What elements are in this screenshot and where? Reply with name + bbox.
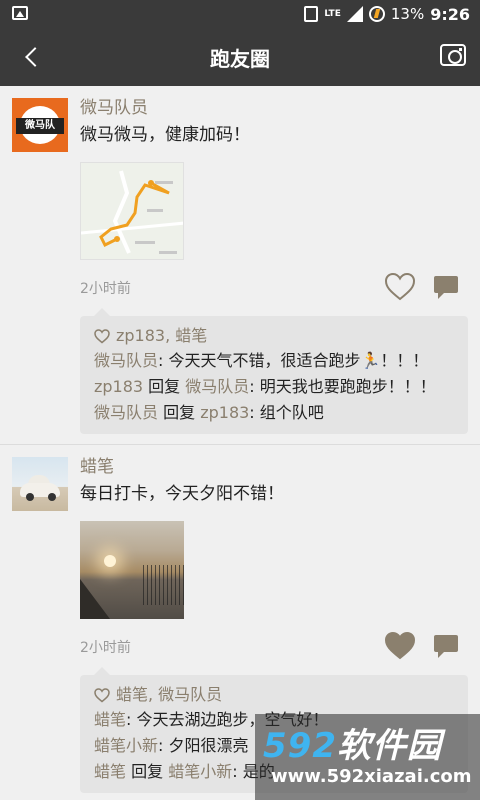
comment-item[interactable]: 微马队员 回复 zp183: 组个队吧 <box>94 400 454 426</box>
reply-to-user[interactable]: 蜡笔小新 <box>168 762 232 781</box>
site-watermark: 592软件园 www.592xiazai.com <box>255 714 480 800</box>
reply-word: 回复 <box>158 403 201 422</box>
route-map-image[interactable] <box>80 162 184 260</box>
vibrate-icon <box>304 6 319 22</box>
comment-user[interactable]: 微马队员 <box>94 351 158 370</box>
reeds-shape <box>140 565 184 605</box>
heart-small-icon <box>94 687 110 702</box>
watermark-number: 592 <box>263 726 337 766</box>
comments-box: zp183, 蜡笔 微马队员: 今天天气不错，很适合跑步🏃！！！ zp183 回… <box>80 308 468 434</box>
comment-button[interactable] <box>430 272 462 302</box>
reply-to-user[interactable]: zp183 <box>200 403 249 422</box>
comment-item[interactable]: zp183 回复 微马队员: 明天我也要跑跑步！！！ <box>94 374 454 400</box>
comment-button[interactable] <box>430 631 462 661</box>
sunset-lake-image[interactable] <box>80 521 184 619</box>
clock: 9:26 <box>430 4 470 24</box>
avatar[interactable]: 微马队 <box>12 98 68 152</box>
heart-small-icon <box>94 328 110 343</box>
reply-word: 回复 <box>143 377 186 396</box>
page-title: 跑友圈 <box>210 47 270 71</box>
charging-icon <box>368 6 385 22</box>
heart-outline-icon <box>384 272 416 301</box>
post-text: 每日打卡，今天夕阳不错！ <box>80 484 284 504</box>
post-meta: 2小时前 <box>80 270 480 306</box>
signal-icon <box>346 6 363 22</box>
post-time: 2小时前 <box>80 281 131 297</box>
comment-bubble-icon <box>434 635 458 658</box>
post-time: 2小时前 <box>80 640 131 656</box>
heart-filled-icon <box>384 631 416 660</box>
comment-text: : 组个队吧 <box>249 403 324 422</box>
comment-text: : 夕阳很漂亮 <box>158 736 249 755</box>
sun-shape <box>104 555 116 567</box>
watermark-text: 软件园 <box>336 726 442 766</box>
comment-text: : 今天天气不错，很适合跑步🏃！！！ <box>158 351 429 370</box>
comment-user[interactable]: 蜡笔 <box>94 762 126 781</box>
like-button[interactable] <box>384 272 416 302</box>
reply-word: 回复 <box>126 762 169 781</box>
likes-names[interactable]: zp183, 蜡笔 <box>116 324 207 348</box>
post-item: 微马队 微马队员 微马微马，健康加码！ 2小时前 zp183, 蜡笔 微马队员:… <box>0 86 480 445</box>
like-button[interactable] <box>384 631 416 661</box>
lte-icon: LTE <box>324 8 341 19</box>
status-bar: LTE 13% 9:26 <box>0 0 480 28</box>
comment-text: : 明天我也要跑跑步！！！ <box>249 377 436 396</box>
shore-shape <box>80 579 110 619</box>
navigation-bar: 跑友圈 <box>0 28 480 86</box>
status-icons: LTE 13% 9:26 <box>304 4 470 24</box>
watermark-brand: 592软件园 <box>263 718 442 767</box>
moments-feed[interactable]: 微马队 微马队员 微马微马，健康加码！ 2小时前 zp183, 蜡笔 微马队员:… <box>0 86 480 800</box>
avatar[interactable] <box>12 457 68 511</box>
comment-user[interactable]: 蜡笔小新 <box>94 736 158 755</box>
post-author[interactable]: 微马队员 <box>80 96 480 120</box>
comment-user[interactable]: 蜡笔 <box>94 710 126 729</box>
likes-row: 蜡笔, 微马队员 <box>94 683 454 707</box>
image-notification-icon <box>12 6 28 20</box>
comment-item[interactable]: 微马队员: 今天天气不错，很适合跑步🏃！！！ <box>94 348 454 374</box>
comment-user[interactable]: zp183 <box>94 377 143 396</box>
likes-row: zp183, 蜡笔 <box>94 324 454 348</box>
comment-user[interactable]: 微马队员 <box>94 403 158 422</box>
reply-to-user[interactable]: 微马队员 <box>185 377 249 396</box>
route-map-drawing <box>81 163 183 259</box>
watermark-url: www.592xiazai.com <box>271 766 472 787</box>
car-wheel <box>26 493 34 501</box>
camera-icon[interactable] <box>440 44 466 66</box>
car-wheel <box>48 493 56 501</box>
post-text: 微马微马，健康加码！ <box>80 125 250 145</box>
battery-percent: 13% <box>390 5 425 23</box>
comment-bubble-icon <box>434 276 458 299</box>
post-author[interactable]: 蜡笔 <box>80 455 480 479</box>
likes-names[interactable]: 蜡笔, 微马队员 <box>116 683 222 707</box>
post-meta: 2小时前 <box>80 629 480 665</box>
avatar-logo-text: 微马队 <box>16 118 64 134</box>
